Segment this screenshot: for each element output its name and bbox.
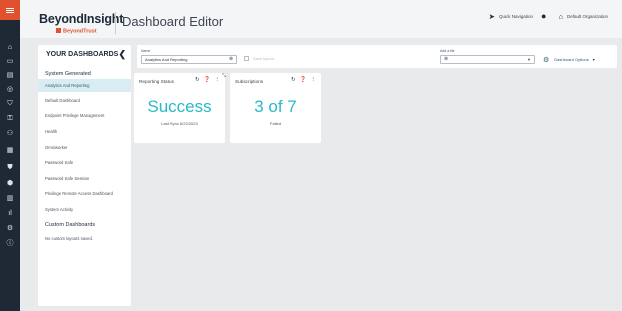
dashboard-options-label: Dashboard Options (554, 57, 589, 62)
collapse-sidebar-icon[interactable]: ❮ (118, 49, 126, 60)
quick-navigation-link[interactable]: Quick Navigation (499, 14, 533, 19)
more-options-icon[interactable]: ⋮ (215, 77, 221, 83)
logo-subtitle: BeyondTrust (56, 28, 97, 35)
tile-actions: ↻ ❓ ⋮ (287, 77, 316, 83)
sidebar-item-health[interactable]: Health (38, 125, 131, 138)
sidebar-item-endpoint-privilege-management[interactable]: Endpoint Privilege Management (38, 109, 131, 122)
add-tile-select[interactable]: ⊗ ▼ (440, 55, 535, 64)
help-icon[interactable]: ❓ (300, 77, 307, 83)
editor-toolbar: Name Analytics And Reporting ⊗ Save layo… (137, 45, 617, 68)
tile-value: Success (147, 97, 212, 116)
clear-tile-icon[interactable]: ⊗ (444, 56, 448, 63)
beyondtrust-mark-icon (56, 28, 61, 33)
nav-rail: ⌂ ▭ ▤ ◎ ⛉ ⚿ ⚇ ▦ ⛊ ⬢ ▥ ıl ⚙ ⓘ (0, 0, 20, 311)
refresh-icon[interactable]: ↻ (291, 77, 296, 83)
user-icon[interactable]: ● (541, 11, 546, 21)
shield-icon[interactable]: ⛉ (5, 100, 15, 108)
sidebar-item-omniworker[interactable]: Omniworker (38, 141, 131, 154)
header-divider (115, 12, 116, 34)
logo[interactable]: BeyondInsight BeyondTrust (39, 12, 124, 35)
chevron-down-icon: ▼ (527, 57, 531, 62)
custom-dashboards-empty: No custom layouts saved. (45, 236, 93, 241)
dashboard-name-input[interactable]: Analytics And Reporting (141, 55, 237, 64)
name-label: Name (141, 49, 151, 53)
save-layout-label: Save layout (253, 56, 274, 61)
tile-actions: ↻ ❓ ⋮ (191, 77, 220, 83)
menu-icon[interactable] (0, 0, 20, 20)
sidebar-item-analytics-and-reporting[interactable]: Analytics And Reporting (38, 79, 131, 92)
sidebar-item-default-dashboard[interactable]: Default Dashboard (38, 94, 131, 107)
subscriptions-tile[interactable]: Subscriptions ↻ ❓ ⋮ 3 of 7 Failed (230, 73, 321, 143)
monitor-icon[interactable]: ▭ (5, 58, 15, 66)
more-options-icon[interactable]: ⋮ (311, 77, 317, 83)
gear-icon: ⚙ (543, 56, 550, 64)
sidebar-item-privilege-remote-access-dashboard[interactable]: Privilege Remote Access Dashboard (38, 187, 131, 200)
organization-selector[interactable]: Default Organization (567, 14, 608, 19)
chart-icon[interactable]: ▦ (5, 147, 15, 155)
reporting-status-tile[interactable]: Reporting Status ↻ ❓ ⋮ Success Last Sync… (134, 73, 225, 143)
system-generated-heading: System Generated (45, 71, 91, 77)
header-actions: ➤ Quick Navigation ● ⌂ Default Organizat… (489, 11, 608, 21)
tile-caption: Last Sync 6/22/2023 (161, 121, 198, 126)
key-icon[interactable]: ⚿ (5, 115, 15, 123)
tile-value: 3 of 7 (254, 97, 297, 116)
settings-icon[interactable]: ⚙ (5, 225, 15, 233)
chevron-down-icon: ▾ (592, 57, 595, 62)
dashboards-sidebar: YOUR DASHBOARDS ❮ System Generated Analy… (38, 45, 131, 306)
dashboard-options-button[interactable]: ⚙ Dashboard Options ▾ (543, 55, 595, 64)
save-icon (244, 56, 249, 61)
add-tile-label: Add a tile (440, 49, 455, 53)
app-header: BeyondInsight BeyondTrust Dashboard Edit… (20, 0, 622, 38)
home-icon[interactable]: ⌂ (5, 44, 15, 52)
logo-title: BeyondInsight (39, 12, 124, 26)
tile-title: Subscriptions (235, 79, 264, 84)
help-icon[interactable]: ❓ (204, 77, 211, 83)
badge-icon[interactable]: ⬢ (5, 180, 15, 188)
tile-title: Reporting Status (139, 79, 174, 84)
shield-check-icon[interactable]: ⛊ (5, 164, 15, 172)
sidebar-item-password-safe[interactable]: Password Safe (38, 156, 131, 169)
sidebar-item-system-activity[interactable]: System Activity (38, 203, 131, 216)
sidebar-heading: YOUR DASHBOARDS (46, 51, 119, 58)
save-layout-button[interactable]: Save layout (244, 56, 274, 61)
user-chart-icon[interactable]: ⚇ (5, 130, 15, 138)
clipboard-icon[interactable]: ▤ (5, 72, 15, 80)
navigation-arrow-icon[interactable]: ➤ (489, 12, 495, 21)
info-icon[interactable]: ⓘ (5, 240, 15, 248)
radar-icon[interactable]: ◎ (5, 86, 15, 94)
clear-name-icon[interactable]: ⊗ (229, 55, 233, 64)
custom-dashboards-heading: Custom Dashboards (45, 222, 96, 228)
tile-caption: Failed (270, 121, 281, 126)
bar-chart-icon[interactable]: ıl (5, 210, 15, 218)
server-icon[interactable]: ▥ (5, 195, 15, 203)
page-title: Dashboard Editor (122, 14, 224, 29)
refresh-icon[interactable]: ↻ (195, 77, 200, 83)
resize-handle-icon[interactable]: ⤡ (222, 73, 226, 79)
organization-icon[interactable]: ⌂ (558, 12, 563, 21)
sidebar-item-password-safe-session[interactable]: Password Safe Session (38, 172, 131, 185)
